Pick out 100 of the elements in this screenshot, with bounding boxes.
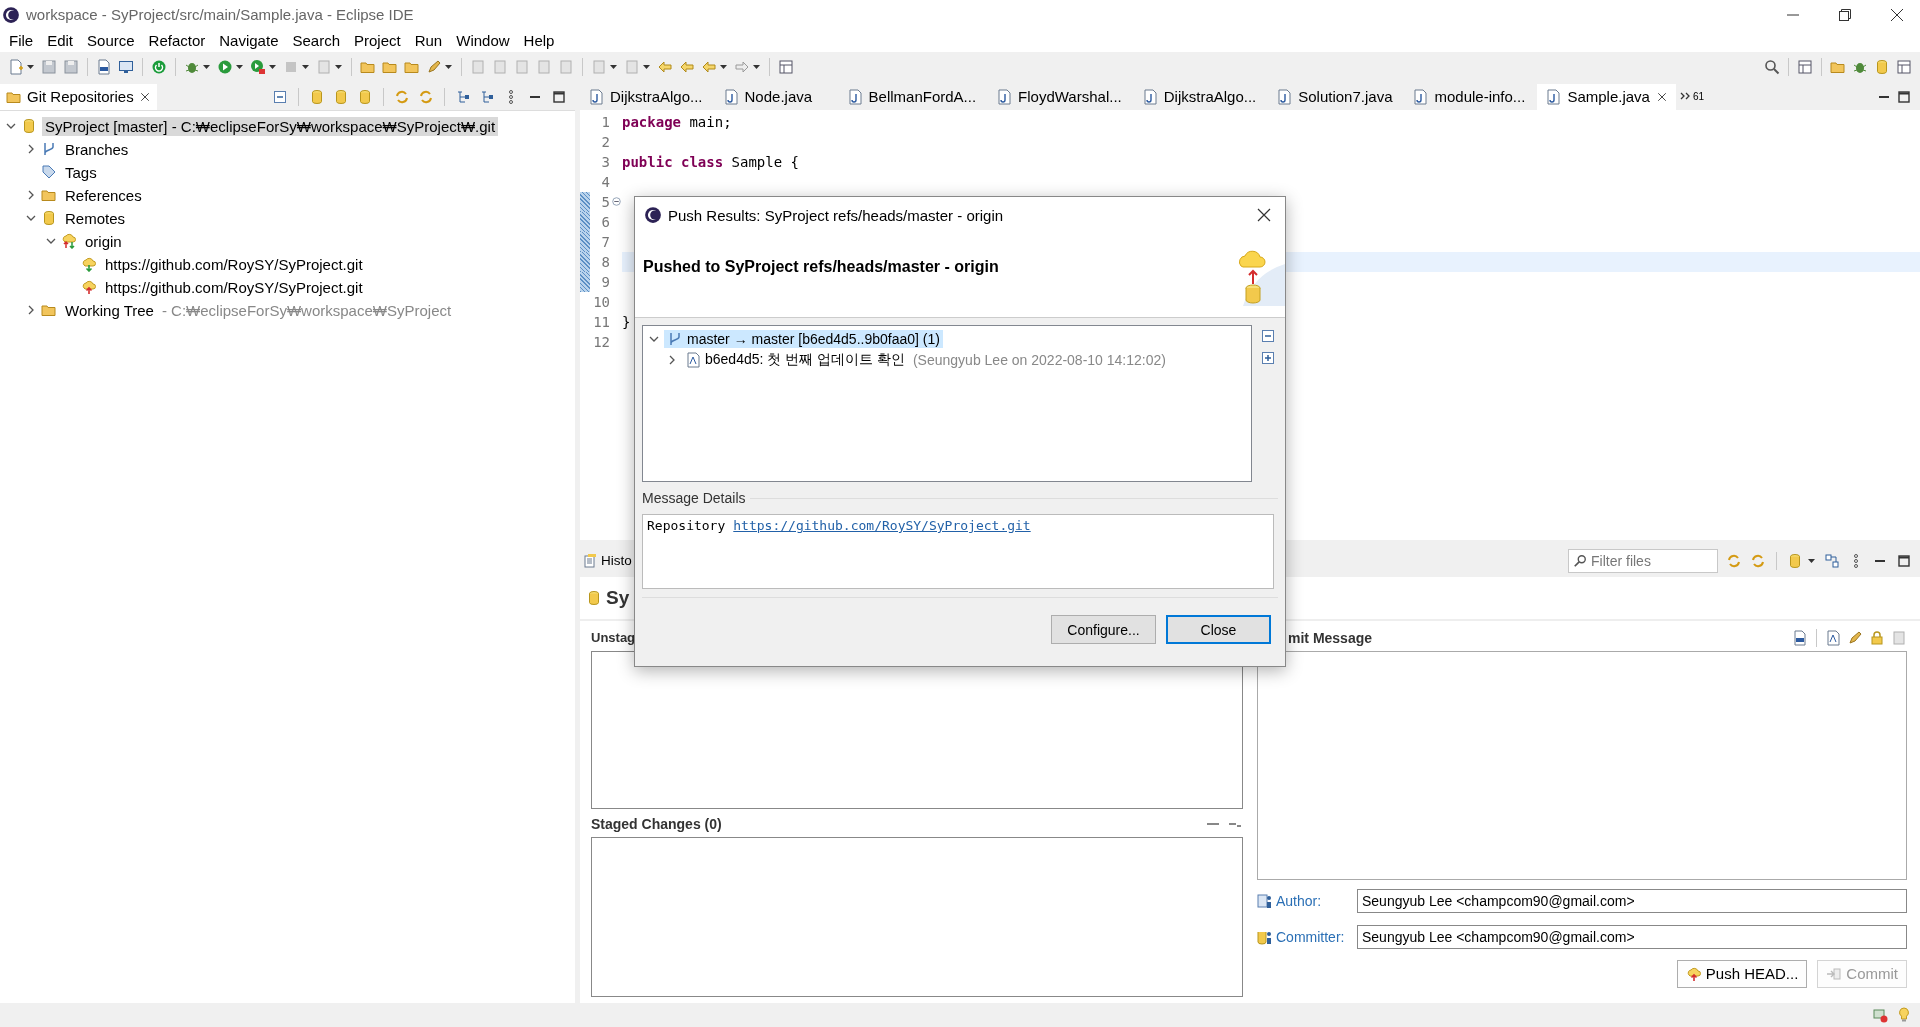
- java-file-icon: [1276, 88, 1293, 105]
- push-button[interactable]: Push HEAD...: [1676, 959, 1808, 988]
- folder-icon: [41, 302, 57, 319]
- author-link[interactable]: Author:: [1276, 892, 1354, 909]
- menu-item[interactable]: Source: [80, 32, 142, 50]
- menu-item[interactable]: Refactor: [141, 32, 213, 50]
- editor-tab[interactable]: Solution7.java: [1268, 83, 1401, 110]
- messages-icon[interactable]: [1872, 1007, 1888, 1023]
- expand-toggle-icon[interactable]: [26, 190, 36, 201]
- menu-item[interactable]: Window: [449, 32, 517, 50]
- expand-toggle-icon[interactable]: [26, 305, 36, 316]
- tree-item[interactable]: https://github.com/RoySY/SyProject.git: [102, 254, 366, 274]
- committer-field[interactable]: Seungyub Lee <champcom90@gmail.com>: [1357, 924, 1907, 949]
- editor-tab[interactable]: Sample.java: [1537, 83, 1676, 110]
- run-icon[interactable]: [250, 58, 266, 75]
- close-icon[interactable]: [1257, 208, 1271, 222]
- menu-item[interactable]: File: [2, 32, 41, 50]
- sync-icon[interactable]: [1726, 552, 1742, 569]
- menu-item[interactable]: Help: [516, 32, 562, 50]
- fold-icon[interactable]: [611, 197, 621, 207]
- menu-item[interactable]: Project: [347, 32, 408, 50]
- line-number: 4: [600, 172, 610, 192]
- perspective-icon[interactable]: [1797, 58, 1813, 75]
- tree-icon[interactable]: [455, 88, 471, 105]
- editor-tab[interactable]: Node.java: [714, 83, 835, 110]
- close-button[interactable]: Close: [1166, 615, 1271, 644]
- tag-icon: [41, 164, 57, 181]
- cloud-icon: [61, 233, 77, 250]
- editor-tab[interactable]: DijkstraAlgo...: [1133, 83, 1265, 110]
- editor-tab[interactable]: DijkstraAlgo...: [580, 83, 711, 110]
- expand-toggle-icon[interactable]: [667, 354, 677, 365]
- close-icon[interactable]: [1655, 90, 1668, 103]
- hidden-tabs-count[interactable]: 61: [1692, 91, 1705, 103]
- menu-item[interactable]: Navigate: [212, 32, 286, 50]
- tree-item[interactable]: b6ed4d5: 첫 번째 업데이트 확인: [682, 349, 908, 370]
- menu-item[interactable]: Edit: [40, 32, 81, 50]
- tree-item[interactable]: origin: [82, 231, 125, 251]
- maximize-icon[interactable]: [1896, 88, 1912, 105]
- external-icon[interactable]: [778, 58, 794, 75]
- lock-icon[interactable]: [1869, 629, 1885, 646]
- editor-tab[interactable]: module-info...: [1404, 83, 1534, 110]
- editor-tab[interactable]: BellmanFordA...: [838, 83, 985, 110]
- search-doc-icon[interactable]: [1792, 629, 1808, 646]
- expand-all-icon[interactable]: [1260, 350, 1276, 366]
- tree-item[interactable]: References: [62, 185, 145, 205]
- sync-icon[interactable]: [394, 88, 410, 105]
- committer-link[interactable]: Committer:: [1276, 928, 1354, 945]
- tree-icon[interactable]: [479, 88, 495, 105]
- repository-icon[interactable]: [357, 88, 373, 105]
- tree-item[interactable]: master → master [b6ed4d5..9b0faa0] (1): [664, 329, 943, 348]
- commit-icon[interactable]: [1825, 629, 1841, 646]
- repository-icon[interactable]: [333, 88, 349, 105]
- commit-message-field[interactable]: [1257, 650, 1907, 880]
- dialog-title: Push Results: SyProject refs/heads/master - origin: [668, 206, 1004, 224]
- collapse-all-icon[interactable]: [272, 88, 288, 105]
- git-perspective-icon[interactable]: [1874, 58, 1890, 75]
- pencil-icon[interactable]: [1847, 629, 1863, 646]
- expand-toggle-icon[interactable]: [26, 144, 36, 155]
- tree-item[interactable]: https://github.com/RoySY/SyProject.git: [102, 277, 366, 297]
- save-all-icon[interactable]: [63, 58, 79, 75]
- layout-icon[interactable]: [1824, 552, 1840, 569]
- details-text: Repository: [647, 518, 726, 533]
- view-tab[interactable]: Git Repositories: [0, 83, 157, 110]
- menu-item[interactable]: Search: [285, 32, 347, 50]
- tree-item[interactable]: Working Tree: [62, 300, 157, 320]
- perspective-icon[interactable]: [1896, 58, 1912, 75]
- dialog-heading: Pushed to SyProject refs/heads/master - origin: [643, 258, 999, 276]
- power-icon[interactable]: [151, 58, 167, 75]
- tree-item[interactable]: Tags: [62, 162, 100, 182]
- repository-link[interactable]: https://github.com/RoySY/SyProject.git: [733, 518, 1031, 533]
- maximize-icon[interactable]: [1896, 552, 1912, 569]
- maximize-icon[interactable]: [551, 88, 567, 105]
- console-icon[interactable]: [118, 58, 134, 75]
- filter-field[interactable]: Filter files: [1568, 548, 1718, 573]
- sync-icon[interactable]: [1750, 552, 1766, 569]
- sync-icon[interactable]: [418, 88, 434, 105]
- lightbulb-icon[interactable]: [1896, 1007, 1912, 1023]
- save-icon[interactable]: [41, 58, 57, 75]
- tree-item[interactable]: SyProject [master] - C:₩eclipseForSy₩workspace₩SyProject₩.git: [42, 116, 499, 136]
- tree-item-label: master → master [b6ed4d5..9b0faa0] (1): [687, 330, 940, 347]
- editor-tab[interactable]: FloydWarshal...: [988, 83, 1130, 110]
- tree-item[interactable]: Branches: [62, 139, 132, 159]
- tree-item[interactable]: Remotes: [62, 208, 129, 228]
- view-tab[interactable]: Histo: [580, 544, 632, 577]
- search-icon[interactable]: [1764, 58, 1780, 75]
- run-icon[interactable]: [217, 58, 233, 75]
- configure-button[interactable]: Configure...: [1051, 615, 1156, 644]
- menu-item[interactable]: Run: [407, 32, 450, 50]
- folder-icon: [41, 187, 57, 204]
- java-file-icon: [996, 88, 1013, 105]
- close-icon[interactable]: [138, 90, 151, 103]
- close-icon[interactable]: [1890, 7, 1904, 22]
- app-logo-icon: [644, 206, 662, 224]
- collapse-all-icon[interactable]: [1260, 328, 1276, 344]
- restore-icon[interactable]: [1838, 7, 1852, 22]
- repository-icon[interactable]: [309, 88, 325, 105]
- binary-file-icon[interactable]: [96, 58, 112, 75]
- push-results-tree[interactable]: master → master [b6ed4d5..9b0faa0] (1) b6ed4d5: 첫 번째 업데이트 확인 (Seungyub Lee on 2022-08-10 14:12:02): [642, 325, 1252, 482]
- code-line: }: [622, 313, 631, 330]
- author-field[interactable]: Seungyub Lee <champcom90@gmail.com>: [1357, 888, 1907, 913]
